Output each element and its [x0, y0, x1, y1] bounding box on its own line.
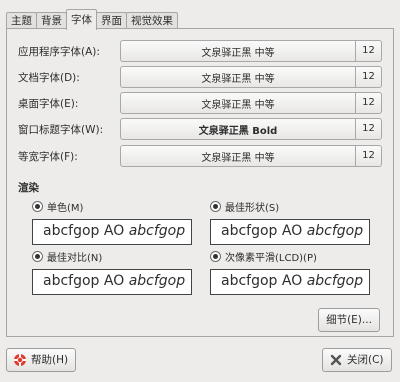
window-title-font-button[interactable]: 文泉驿正黑 Bold 12 [120, 118, 382, 140]
preview-sample: abcfgop AO abcfgop [221, 223, 364, 239]
fixed-width-font-label: 等宽字体(F): [18, 151, 78, 163]
desktop-font-button[interactable]: 文泉驿正黑 中等 12 [120, 92, 382, 114]
tab-fonts[interactable]: 字体 [66, 9, 97, 30]
application-font-label: 应用程序字体(A): [18, 46, 100, 58]
help-icon [14, 354, 26, 366]
radio-indicator [210, 201, 221, 212]
monochrome-preview: abcfgop AO abcfgop [32, 219, 192, 245]
appearance-preferences-window: 主题 背景 字体 界面 视觉效果 应用程序字体(A): 文泉驿正黑 中等 12 … [0, 0, 400, 382]
document-font-label: 文档字体(D): [18, 72, 80, 84]
desktop-font-row: 桌面字体(E): 文泉驿正黑 中等 12 [18, 92, 382, 114]
best-contrast-preview: abcfgop AO abcfgop [32, 269, 192, 295]
rendering-section-title: 渲染 [18, 182, 39, 194]
best-shapes-preview: abcfgop AO abcfgop [210, 219, 370, 245]
close-label: 关闭(C) [347, 354, 384, 366]
preview-sample: abcfgop AO abcfgop [43, 223, 186, 239]
subpixel-preview: abcfgop AO abcfgop [210, 269, 370, 295]
application-font-button[interactable]: 文泉驿正黑 中等 12 [120, 40, 382, 62]
best-contrast-label: 最佳对比(N) [47, 253, 103, 264]
monochrome-label: 单色(M) [47, 203, 84, 214]
font-name: 文泉驿正黑 中等 [201, 74, 275, 85]
close-icon [330, 354, 342, 366]
application-font-row: 应用程序字体(A): 文泉驿正黑 中等 12 [18, 40, 382, 62]
details-label: 细节(E)... [326, 314, 372, 326]
help-label: 帮助(H) [31, 354, 69, 366]
document-font-row: 文档字体(D): 文泉驿正黑 中等 12 [18, 66, 382, 88]
preview-sample: abcfgop AO abcfgop [43, 273, 186, 289]
font-size: 12 [355, 146, 381, 166]
details-button[interactable]: 细节(E)... [318, 308, 380, 332]
fixed-width-font-button[interactable]: 文泉驿正黑 中等 12 [120, 145, 382, 167]
close-button[interactable]: 关闭(C) [322, 348, 392, 372]
document-font-button[interactable]: 文泉驿正黑 中等 12 [120, 66, 382, 88]
font-size: 12 [355, 119, 381, 139]
radio-indicator [210, 251, 221, 262]
font-name: 文泉驿正黑 Bold [198, 126, 278, 137]
radio-indicator [32, 201, 43, 212]
subpixel-label: 次像素平滑(LCD)(P) [225, 253, 317, 264]
preview-sample: abcfgop AO abcfgop [221, 273, 364, 289]
help-button[interactable]: 帮助(H) [6, 348, 76, 372]
font-name: 文泉驿正黑 中等 [201, 48, 275, 59]
desktop-font-label: 桌面字体(E): [18, 98, 79, 110]
best-shapes-label: 最佳形状(S) [225, 203, 280, 214]
window-title-font-label: 窗口标题字体(W): [18, 124, 104, 136]
font-name: 文泉驿正黑 中等 [201, 153, 275, 164]
font-name: 文泉驿正黑 中等 [201, 100, 275, 111]
font-size: 12 [355, 93, 381, 113]
window-title-font-row: 窗口标题字体(W): 文泉驿正黑 Bold 12 [18, 118, 382, 140]
tab-bar: 主题 背景 字体 界面 视觉效果 [6, 9, 178, 30]
fixed-width-font-row: 等宽字体(F): 文泉驿正黑 中等 12 [18, 145, 382, 167]
radio-indicator [32, 251, 43, 262]
font-size: 12 [355, 41, 381, 61]
font-size: 12 [355, 67, 381, 87]
